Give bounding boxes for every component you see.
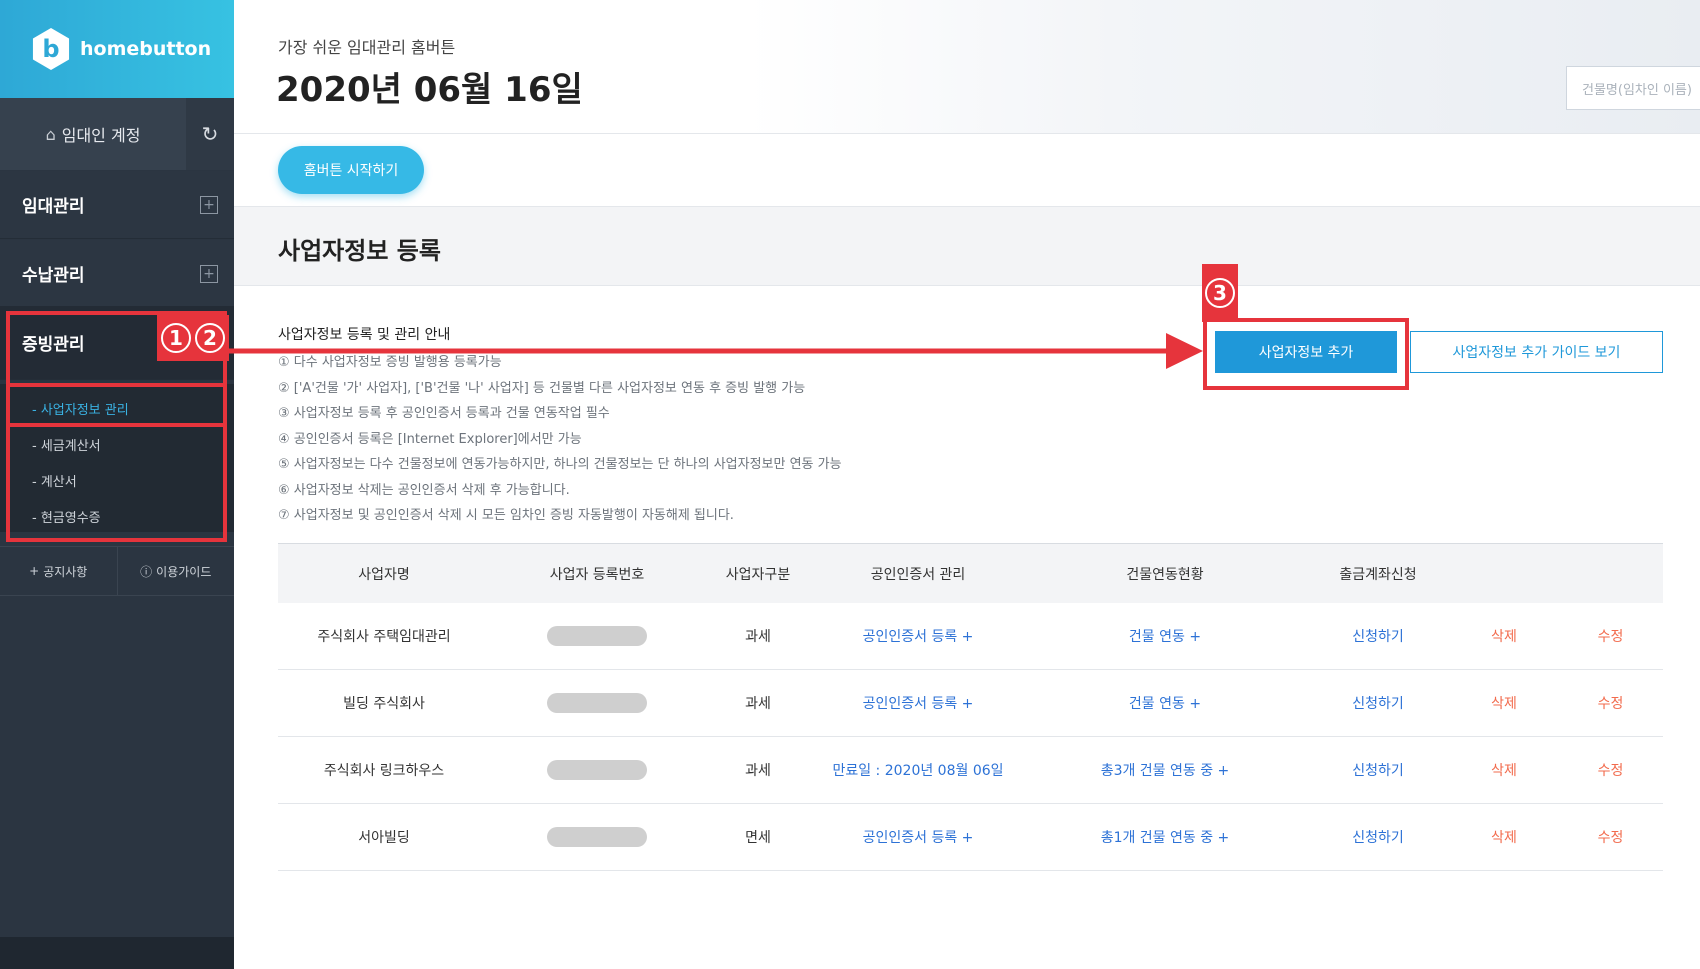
expand-icon[interactable]: + <box>200 264 218 283</box>
submenu-cash-receipt[interactable]: - 현금영수증 <box>0 498 234 534</box>
sidebar-bottom-links: + 공지사항 ⓘ 이용가이드 <box>0 546 234 596</box>
plus-icon: + <box>29 564 40 578</box>
start-homebutton-button[interactable]: 홈버튼 시작하기 <box>278 146 424 194</box>
apply-link[interactable]: 신청하기 <box>1306 827 1450 847</box>
edit-link[interactable]: 수정 <box>1558 693 1663 713</box>
evidence-submenu: - 사업자정보 관리 - 세금계산서 - 계산서 - 현금영수증 <box>0 384 234 532</box>
business-name: 주식회사 주택임대관리 <box>317 629 451 645</box>
column-header: 출금계좌신청 <box>1339 566 1417 583</box>
cert-register-link[interactable]: 공인인증서 등록 + <box>812 827 1024 847</box>
cert-expiry-link[interactable]: 만료일 : 2020년 08월 06일 <box>812 760 1024 780</box>
guide-line: ① 다수 사업자정보 증빙 발행용 등록가능 <box>278 355 502 370</box>
submenu-business-info[interactable]: - 사업자정보 관리 <box>0 390 234 426</box>
submenu-tax-invoice[interactable]: - 세금계산서 <box>0 426 234 462</box>
delete-link[interactable]: 삭제 <box>1450 693 1558 713</box>
tagline: 가장 쉬운 임대관리 홈버튼 <box>278 38 456 57</box>
guide-line: ⑥ 사업자정보 삭제는 공인인증서 삭제 후 가능합니다. <box>278 482 570 498</box>
registration-number-masked <box>490 693 704 713</box>
landlord-account-button[interactable]: ⌂ 임대인 계정 <box>0 98 186 170</box>
home-icon: ⌂ <box>45 124 56 144</box>
apply-link[interactable]: 신청하기 <box>1306 626 1450 646</box>
expand-icon[interactable]: + <box>200 195 218 214</box>
section-header: 사업자정보 등록 <box>234 206 1700 286</box>
delete-link[interactable]: 삭제 <box>1450 760 1558 780</box>
submenu-invoice[interactable]: - 계산서 <box>0 462 234 498</box>
sidebar-footer <box>0 937 234 969</box>
column-header: 사업자명 <box>358 566 410 583</box>
table-header: 사업자명 사업자 등록번호 사업자구분 공인인증서 관리 건물연동현황 출금계좌… <box>278 543 1663 603</box>
guide-label: 이용가이드 <box>156 564 212 579</box>
annotation-badge-3: 3 <box>1202 264 1238 322</box>
edit-link[interactable]: 수정 <box>1558 827 1663 847</box>
column-header: 사업자 등록번호 <box>549 566 645 583</box>
column-header: 사업자구분 <box>725 566 791 583</box>
info-icon: ⓘ <box>140 564 153 579</box>
notice-link[interactable]: + 공지사항 <box>0 547 117 595</box>
delete-link[interactable]: 삭제 <box>1450 827 1558 847</box>
sidebar-item-payment[interactable]: 수납관리 + <box>0 240 234 308</box>
view-add-guide-button[interactable]: 사업자정보 추가 가이드 보기 <box>1410 331 1663 373</box>
business-type: 과세 <box>745 629 771 645</box>
account-label: 임대인 계정 <box>61 126 141 145</box>
page-date: 2020년 06월 16일 <box>276 70 583 110</box>
page-title: 사업자정보 등록 <box>278 237 441 265</box>
guide-line: ④ 공인인증서 등록은 [Internet Explorer]에서만 가능 <box>278 431 582 447</box>
registration-number-masked <box>490 760 704 780</box>
building-link[interactable]: 건물 연동 + <box>1024 626 1306 646</box>
guide-line: ⑦ 사업자정보 및 공인인증서 삭제 시 모든 임차인 증빙 자동발행이 자동해… <box>278 508 734 523</box>
guide-line: ② ['A'건물 '가' 사업자], ['B'건물 '나' 사업자] 등 건물별… <box>278 380 806 396</box>
apply-link[interactable]: 신청하기 <box>1306 760 1450 780</box>
column-header: 건물연동현황 <box>1126 566 1204 583</box>
sidebar-item-label: 증빙관리 <box>22 335 85 355</box>
search-input[interactable]: 건물명(임차인 이름) <box>1566 66 1700 110</box>
sidebar-item-rental[interactable]: 임대관리 + <box>0 171 234 239</box>
edit-link[interactable]: 수정 <box>1558 760 1663 780</box>
annotation-badge-1-2: 1 2 <box>157 315 229 361</box>
sidebar-item-label: 임대관리 <box>22 197 85 217</box>
brand-name: homebutton <box>80 38 212 60</box>
notice-label: 공지사항 <box>43 564 88 579</box>
cert-register-link[interactable]: 공인인증서 등록 + <box>812 693 1024 713</box>
guide-line: ③ 사업자정보 등록 후 공인인증서 등록과 건물 연동작업 필수 <box>278 406 610 421</box>
annotation-number: 1 <box>161 323 191 353</box>
column-header: 공인인증서 관리 <box>870 566 966 583</box>
table-row: 빌딩 주식회사 과세 공인인증서 등록 + 건물 연동 + 신청하기 삭제 수정 <box>278 670 1663 737</box>
building-link[interactable]: 건물 연동 + <box>1024 693 1306 713</box>
business-name: 주식회사 링크하우스 <box>323 763 445 779</box>
business-info-table: 사업자명 사업자 등록번호 사업자구분 공인인증서 관리 건물연동현황 출금계좌… <box>278 543 1663 871</box>
guide-line: ⑤ 사업자정보는 다수 건물정보에 연동가능하지만, 하나의 건물정보는 단 하… <box>278 457 842 472</box>
business-type: 과세 <box>745 696 771 712</box>
guide-list: ① 다수 사업자정보 증빙 발행용 등록가능 ② ['A'건물 '가' 사업자]… <box>278 350 978 529</box>
cert-register-link[interactable]: 공인인증서 등록 + <box>812 626 1024 646</box>
refresh-icon[interactable]: ↻ <box>186 98 234 170</box>
logo-icon: b <box>32 28 70 70</box>
registration-number-masked <box>490 626 704 646</box>
table-row: 주식회사 링크하우스 과세 만료일 : 2020년 08월 06일 총3개 건물… <box>278 737 1663 804</box>
apply-link[interactable]: 신청하기 <box>1306 693 1450 713</box>
building-link[interactable]: 총3개 건물 연동 중 + <box>1024 760 1306 780</box>
account-row: ⌂ 임대인 계정 ↻ <box>0 98 234 170</box>
annotation-number: 2 <box>195 323 225 353</box>
building-link[interactable]: 총1개 건물 연동 중 + <box>1024 827 1306 847</box>
annotation-number: 3 <box>1205 278 1235 308</box>
business-type: 과세 <box>745 763 771 779</box>
table-row: 서아빌딩 면세 공인인증서 등록 + 총1개 건물 연동 중 + 신청하기 삭제… <box>278 804 1663 871</box>
delete-link[interactable]: 삭제 <box>1450 626 1558 646</box>
guide-link[interactable]: ⓘ 이용가이드 <box>116 547 235 595</box>
table-row: 주식회사 주택임대관리 과세 공인인증서 등록 + 건물 연동 + 신청하기 삭… <box>278 603 1663 670</box>
business-name: 서아빌딩 <box>358 830 410 846</box>
edit-link[interactable]: 수정 <box>1558 626 1663 646</box>
sidebar-item-label: 수납관리 <box>22 266 85 286</box>
header: 가장 쉬운 임대관리 홈버튼 2020년 06월 16일 건물명(임차인 이름) <box>234 0 1700 134</box>
business-type: 면세 <box>745 830 771 846</box>
sidebar: b homebutton ⌂ 임대인 계정 ↻ 임대관리 + 수납관리 + 증빙… <box>0 0 234 969</box>
guide-title: 사업자정보 등록 및 관리 안내 <box>278 327 451 343</box>
business-name: 빌딩 주식회사 <box>343 696 425 712</box>
registration-number-masked <box>490 827 704 847</box>
logo[interactable]: b homebutton <box>0 0 234 98</box>
add-business-info-button[interactable]: 사업자정보 추가 <box>1215 331 1397 373</box>
